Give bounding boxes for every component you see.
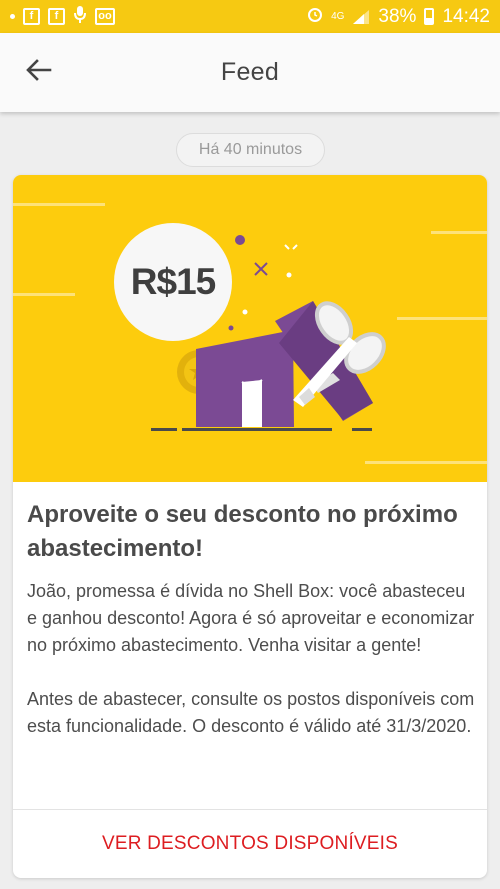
arrow-left-icon: [26, 58, 52, 86]
gift-illustration: [13, 203, 487, 464]
card-paragraph: João, promessa é dívida no Shell Box: vo…: [27, 581, 475, 655]
timestamp-pill: Há 40 minutos: [176, 133, 325, 167]
microphone-icon: [73, 5, 87, 29]
notification-dot-icon: [10, 14, 15, 19]
network-type: 4G: [331, 11, 345, 22]
status-bar: f f oo 4G 38% 14:42: [0, 0, 500, 33]
facebook-icon: f: [48, 8, 65, 25]
status-bar-left: f f oo: [10, 5, 115, 29]
view-discounts-button[interactable]: VER DESCONTOS DISPONÍVEIS: [13, 810, 487, 878]
status-bar-right: 4G 38% 14:42: [307, 6, 490, 28]
feed-card: R$15 Aproveite o seu desconto no próximo…: [13, 175, 487, 878]
app-bar: Feed: [0, 33, 500, 112]
card-paragraph: Antes de abastecer, consulte os postos d…: [27, 689, 475, 736]
signal-icon: [352, 9, 370, 25]
card-body: João, promessa é dívida no Shell Box: vo…: [27, 578, 477, 740]
page-title: Feed: [220, 58, 280, 86]
clock: 14:42: [442, 5, 490, 27]
battery-icon: [424, 8, 435, 25]
back-button[interactable]: [22, 55, 56, 89]
card-title: Aproveite o seu desconto no próximo abas…: [27, 501, 458, 562]
alarm-icon: [307, 6, 323, 28]
voicemail-icon: oo: [95, 8, 115, 25]
facebook-icon: f: [23, 8, 40, 25]
promo-illustration: R$15: [13, 175, 487, 482]
discount-amount-badge: R$15: [114, 223, 232, 341]
battery-percent: 38%: [378, 5, 417, 27]
